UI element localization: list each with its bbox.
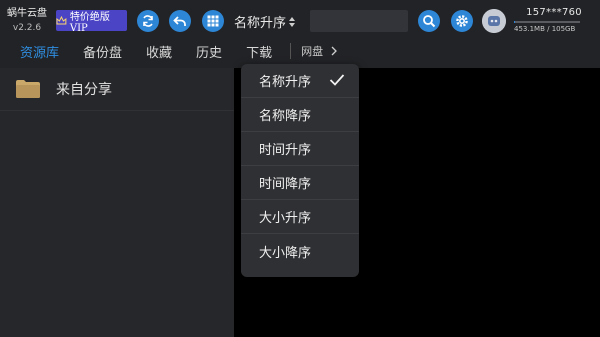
- vip-label: 特价绝版VIP: [69, 11, 110, 34]
- avatar[interactable]: [482, 9, 506, 33]
- settings-button[interactable]: [451, 10, 473, 32]
- folder-label: 来自分享: [56, 82, 112, 98]
- tab-favorites[interactable]: 收藏: [146, 42, 172, 61]
- app-brand: 蜗牛云盘 v2.2.6: [6, 8, 48, 35]
- sort-option-size-desc[interactable]: 大小降序: [241, 234, 359, 268]
- sort-option-name-desc[interactable]: 名称降序: [241, 98, 359, 132]
- folder-item[interactable]: 来自分享: [0, 68, 234, 111]
- check-icon: [329, 74, 345, 86]
- tab-history[interactable]: 历史: [196, 42, 222, 61]
- tab-netdisk[interactable]: 网盘: [290, 43, 337, 59]
- sort-option-name-asc[interactable]: 名称升序: [241, 64, 359, 98]
- sort-arrows-icon: [289, 16, 296, 27]
- sort-option-label: 名称升序: [259, 75, 312, 90]
- sort-option-label: 大小降序: [259, 245, 312, 261]
- sort-option-label: 时间降序: [259, 177, 312, 192]
- refresh-button[interactable]: [137, 10, 159, 32]
- tab-netdisk-label: 网盘: [301, 45, 324, 58]
- account-info: 157***760 453.1MB / 105GB: [514, 7, 594, 33]
- back-icon: [173, 16, 186, 26]
- sort-option-time-asc[interactable]: 时间升序: [241, 132, 359, 166]
- vip-button[interactable]: 特价绝版VIP: [56, 10, 127, 34]
- storage-usage-fill: [514, 21, 515, 23]
- storage-usage-bar: [514, 21, 580, 23]
- search-button[interactable]: [418, 10, 440, 32]
- sort-option-label: 名称降序: [259, 109, 312, 124]
- app-name: 蜗牛云盘: [7, 8, 47, 19]
- storage-text: 453.1MB / 105GB: [514, 25, 576, 33]
- tab-backup[interactable]: 备份盘: [83, 42, 122, 61]
- grid-view-button[interactable]: [202, 10, 224, 32]
- settings-icon: [456, 15, 468, 27]
- folder-sidebar: 来自分享: [0, 68, 234, 337]
- tab-library[interactable]: 资源库: [20, 42, 59, 61]
- sort-label: 名称升序: [234, 16, 287, 31]
- sort-option-label: 时间升序: [259, 143, 312, 158]
- back-button[interactable]: [169, 10, 191, 32]
- tab-downloads[interactable]: 下载: [246, 42, 272, 61]
- sort-menu: 名称升序 名称降序 时间升序 时间降序 大小升序 大小降序: [241, 64, 359, 277]
- sort-dropdown-toggle[interactable]: 名称升序: [234, 12, 296, 31]
- crown-icon: [56, 16, 67, 25]
- sort-option-label: 大小升序: [259, 211, 312, 226]
- user-id: 157***760: [526, 7, 582, 18]
- refresh-icon: [143, 15, 153, 27]
- sort-option-time-desc[interactable]: 时间降序: [241, 166, 359, 200]
- app-version: v2.2.6: [12, 23, 42, 33]
- chevron-right-icon: [331, 46, 337, 56]
- main-tabs: 资源库 备份盘 收藏 历史 下载 网盘: [20, 42, 361, 61]
- search-icon: [423, 15, 436, 28]
- search-input[interactable]: [310, 10, 408, 32]
- avatar-icon: [482, 9, 506, 33]
- folder-icon: [16, 80, 40, 98]
- grid-icon: [207, 15, 219, 27]
- top-bar: 蜗牛云盘 v2.2.6 特价绝版VIP 名称升序 157***760 453.1…: [0, 0, 600, 68]
- sort-option-size-asc[interactable]: 大小升序: [241, 200, 359, 234]
